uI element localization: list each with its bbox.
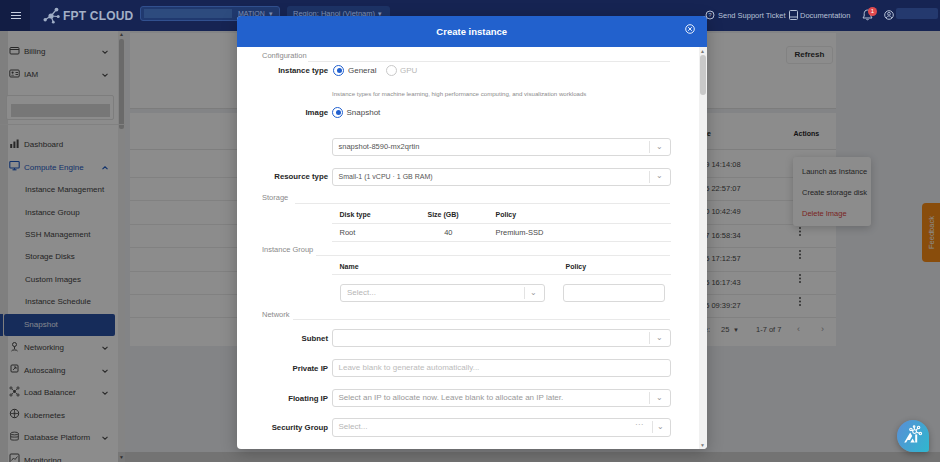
svg-text:?: ? bbox=[708, 12, 712, 18]
